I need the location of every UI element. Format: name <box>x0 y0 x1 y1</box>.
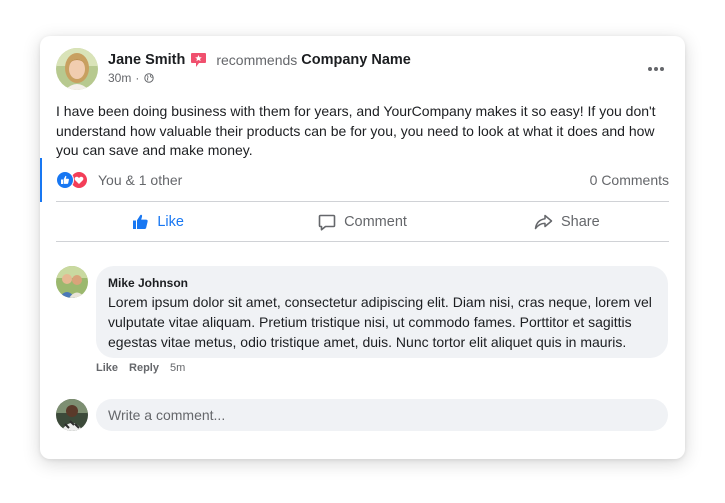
current-user-avatar <box>56 399 88 431</box>
comment-button[interactable]: Comment <box>260 202 464 242</box>
meta-separator: · <box>135 71 140 85</box>
post-actions-bar: Like Comment Share <box>56 202 669 242</box>
divider-bottom <box>56 241 669 242</box>
recommend-badge-icon <box>190 52 207 68</box>
more-options-icon[interactable] <box>647 62 665 74</box>
comment-label: Comment <box>344 214 407 230</box>
post-body: I have been doing business with them for… <box>56 103 656 158</box>
comments-count[interactable]: 0 Comments <box>590 172 669 188</box>
comment-time: 5m <box>169 362 186 374</box>
post-header: Jane Smith recommends Company Name <box>108 52 411 68</box>
like-reaction-icon <box>56 171 74 189</box>
like-label: Like <box>157 214 184 230</box>
recommends-label: recommends <box>216 52 298 68</box>
post-time[interactable]: 30m <box>108 71 131 85</box>
post-card: Jane Smith recommends Company Name 30m ·… <box>40 36 685 459</box>
reactions-summary-row: You & 1 other 0 Comments <box>56 169 669 191</box>
reaction-icons[interactable] <box>56 171 90 189</box>
reactions-summary[interactable]: You & 1 other <box>98 172 182 188</box>
comment-actions: Like Reply 5m <box>96 362 196 374</box>
like-button[interactable]: Like <box>56 202 260 242</box>
comment-like-link[interactable]: Like <box>96 362 118 374</box>
comment-reply-link[interactable]: Reply <box>129 362 159 374</box>
commenter-avatar[interactable] <box>56 266 88 298</box>
globe-icon <box>144 73 155 83</box>
commenter-name[interactable]: Mike Johnson <box>108 276 188 290</box>
share-label: Share <box>560 214 600 230</box>
comment-text: Lorem ipsum dolor sit amet, consectetur … <box>108 294 652 350</box>
company-name[interactable]: Company Name <box>301 52 411 68</box>
author-name[interactable]: Jane Smith <box>108 52 185 68</box>
focus-edge <box>40 158 42 202</box>
thumbs-up-icon <box>133 214 149 229</box>
author-avatar[interactable] <box>56 48 98 90</box>
share-icon <box>534 214 553 230</box>
post-meta: 30m · <box>108 71 155 85</box>
comment-icon <box>318 214 336 231</box>
comment-bubble: Mike Johnson Lorem ipsum dolor sit amet,… <box>96 266 668 358</box>
comment-input[interactable] <box>96 399 668 431</box>
share-button[interactable]: Share <box>465 202 669 242</box>
